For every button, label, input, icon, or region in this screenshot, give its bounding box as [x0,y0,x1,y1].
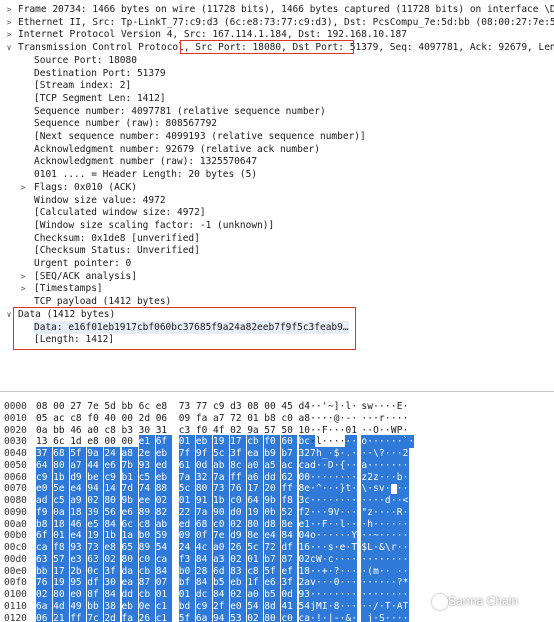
tree-row[interactable]: [Stream index: 2] [0,79,554,92]
ascii-char[interactable]: · [351,611,358,622]
tree-row-label: Frame 20734: 1466 bytes on wire (11728 b… [18,4,554,15]
tree-row-label: Flags: 0x010 (ACK) [34,181,137,193]
tree-row-label: Destination Port: 51379 [34,67,166,79]
tree-row-label: Ethernet II, Src: Tp-LinkT_77:c9:d3 (6c:… [18,16,554,28]
tree-row[interactable]: [Next sequence number: 4099193 (relative… [0,130,554,143]
tree-row[interactable]: Acknowledgment number: 92679 (relative a… [0,143,554,156]
collapsed-arrow-icon[interactable]: > [4,28,14,41]
hex-byte[interactable]: 26 [138,611,155,622]
collapsed-arrow-icon[interactable]: > [18,282,28,295]
tree-row[interactable]: > Flags: 0x010 (ACK) [0,181,554,194]
hex-byte[interactable]: 2d [104,611,121,622]
tree-row[interactable]: Destination Port: 51379 [0,67,554,80]
tree-row-label: [Timestamps] [34,283,103,295]
collapsed-arrow-icon[interactable]: > [18,270,28,283]
collapsed-arrow-icon[interactable]: > [4,3,14,16]
tree-row[interactable]: TCP payload (1412 bytes) [0,295,554,308]
tree-row-label: [Checksum Status: Unverified] [34,245,200,257]
tree-row-label: Sequence number: 4097781 (relative seque… [34,105,326,117]
hex-byte[interactable]: 5f [178,611,195,622]
tree-row-label: Sequence number (raw): 808567792 [34,118,218,130]
tree-row[interactable]: > [Timestamps] [0,282,554,295]
watermark-logo-icon [432,594,448,610]
tree-row[interactable]: > Frame 20734: 1466 bytes on wire (11728 … [0,3,554,16]
hex-byte[interactable]: ff [70,611,87,622]
pane-divider[interactable] [0,391,554,392]
tree-row-label: [Calculated window size: 4972] [34,207,206,219]
tree-row[interactable]: Acknowledgment number (raw): 1325570647 [0,155,554,168]
tree-row[interactable]: 0101 .... = Header Length: 20 bytes (5) [0,168,554,181]
tree-row[interactable]: > Ethernet II, Src: Tp-LinkT_77:c9:d3 (6c… [0,16,554,29]
hex-byte[interactable]: fa [121,611,138,622]
tree-row-label: [Window size scaling factor: -1 (unknown… [34,219,275,231]
tree-row-label: [TCP Segment Len: 1412] [34,92,166,104]
tree-row[interactable]: ∨ Transmission Control Protocol, Src Port… [0,41,554,54]
tree-row[interactable]: Source Port: 18080 [0,54,554,67]
hex-byte[interactable]: 94 [213,611,229,622]
expanded-arrow-icon[interactable]: ∨ [4,308,14,321]
collapsed-arrow-icon[interactable]: > [18,181,28,194]
tree-row[interactable]: Checksum: 0x1de8 [unverified] [0,232,554,245]
ascii-char[interactable]: · [402,611,409,622]
tree-row-label: [Length: 1412] [34,334,115,346]
hex-byte[interactable]: 53 [230,611,247,622]
packet-bytes-pane[interactable]: 0000 08 00 27 7e 5d bb 6c e8 73 77 c9 d3 08 00 45 d4 · · ' ~… [0,400,554,622]
tree-row-label: Internet Protocol Version 4, Src: 167.11… [18,29,407,41]
hex-byte[interactable]: 21 [53,611,70,622]
tree-row-label: Urgent pointer: 0 [34,258,132,269]
hex-offset: 0120 [4,612,27,622]
tree-row-label: [Next sequence number: 4099193 (relative… [34,131,366,142]
hex-byte[interactable]: 6a [195,611,212,622]
tree-row-label: [SEQ/ACK analysis] [34,270,137,282]
tree-row-label: Transmission Control Protocol, Src Port:… [18,42,554,54]
tree-row[interactable]: Urgent pointer: 0 [0,257,554,270]
tree-row[interactable]: Sequence number (raw): 808567792 [0,117,554,130]
hex-row[interactable]: 0120 06 21 ff 7c 2d fa 26 c1 5f 6a 94 53 02 80 c0 ca ·! · |… [0,611,554,622]
watermark-text: Sarma Chain [448,594,519,608]
tree-row-label: Acknowledgment number: 92679 (relative a… [34,143,320,155]
tree-row-label: Data (1412 bytes) [18,308,116,320]
tree-row[interactable]: Window size value: 4972 [0,194,554,207]
tree-row-label: [Stream index: 2] [34,80,132,92]
tree-row[interactable]: [Window size scaling factor: -1 (unknown… [0,219,554,232]
hex-byte[interactable]: 80 [264,611,281,622]
tree-row[interactable]: > Internet Protocol Version 4, Src: 167.1… [0,28,554,41]
hex-byte[interactable]: 7c [87,611,104,622]
tree-row[interactable]: [Length: 1412] [0,333,554,346]
packet-details-pane[interactable]: > Frame 20734: 1466 bytes on wire (11728 … [0,0,554,390]
tree-row[interactable]: ∨ Data (1412 bytes) [0,308,554,321]
collapsed-arrow-icon[interactable]: > [4,16,14,29]
hex-byte[interactable]: 02 [247,611,264,622]
tree-row[interactable]: Data: e16f01eb1917cbf060bc37685f9a24a82e… [0,320,554,334]
tree-row[interactable]: [Calculated window size: 4972] [0,206,554,219]
tree-row[interactable]: [TCP Segment Len: 1412] [0,92,554,105]
tree-row-label: 0101 .... = Header Length: 20 bytes (5) [34,169,258,181]
hex-byte[interactable]: c0 [281,611,298,622]
tree-row-label: Window size value: 4972 [34,194,166,206]
hex-byte[interactable]: 06 [36,611,52,622]
tree-row[interactable]: > [SEQ/ACK analysis] [0,270,554,283]
expanded-arrow-icon[interactable]: ∨ [4,41,14,54]
tree-row-label: Data: e16f01eb1917cbf060bc37685f9a24a82e… [34,320,349,334]
hex-byte[interactable]: c1 [155,611,172,622]
tree-row-label: Acknowledgment number (raw): 1325570647 [34,156,258,168]
tree-row-label: TCP payload (1412 bytes) [34,296,172,308]
tree-row[interactable]: [Checksum Status: Unverified] [0,244,554,257]
tree-row-label: Checksum: 0x1de8 [unverified] [34,232,200,244]
tree-row[interactable]: Sequence number: 4097781 (relative seque… [0,105,554,118]
tree-row-label: Source Port: 18080 [34,54,137,66]
